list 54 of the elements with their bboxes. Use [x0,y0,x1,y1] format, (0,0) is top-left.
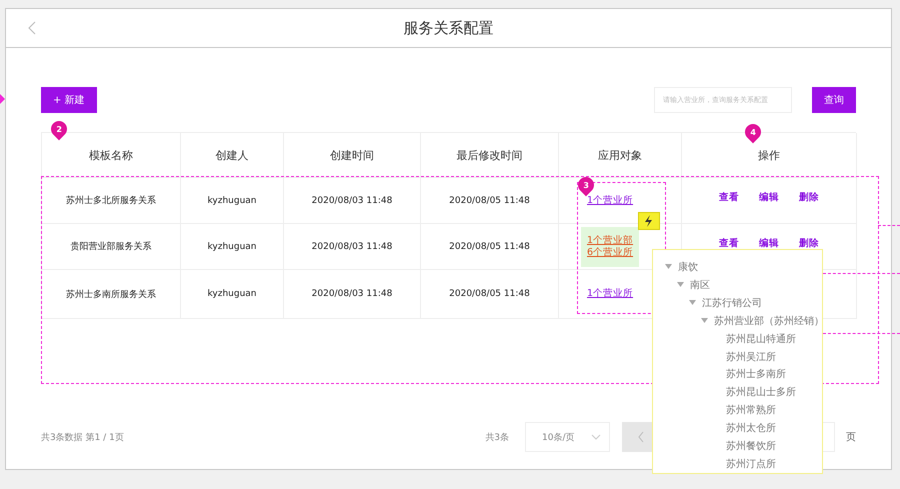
back-icon[interactable] [28,21,36,35]
action-link[interactable]: 查看 [719,237,739,250]
tree-item[interactable]: 苏州餐饮所 [726,439,776,454]
caret-icon[interactable] [689,300,696,306]
table-cell: kyzhuguan [181,224,284,270]
table-cell: kyzhuguan [181,178,284,224]
total-text: 共3条 [485,432,509,444]
column-header: 最后修改时间 [421,133,559,178]
tree-item[interactable]: 江苏行销公司 [702,296,762,310]
tree-item[interactable]: 苏州士多南所 [726,367,786,382]
query-button[interactable]: 查询 [812,87,856,113]
tree-item[interactable]: 苏州太仓所 [726,421,776,436]
table-cell: 2020/08/05 11:48 [421,224,559,270]
caret-icon[interactable] [701,318,708,324]
action-link[interactable]: 编辑 [759,191,779,204]
target-link[interactable]: 1个营业所 [587,288,634,300]
target-link[interactable]: 1个营业所 [587,194,634,206]
table-cell: 2020/08/05 11:48 [421,270,559,319]
table-cell: kyzhuguan [181,270,284,319]
page-unit: 页 [846,431,856,444]
action-link[interactable]: 删除 [799,237,819,250]
table-cell: 2020/08/03 11:48 [284,270,421,319]
table-cell: 2020/08/03 11:48 [284,178,421,224]
page-title: 服务关系配置 [404,18,494,38]
caret-icon[interactable] [665,264,672,270]
table-cell: 贵阳营业部服务关系 [42,224,181,270]
tree-item[interactable]: 苏州昆山特通所 [726,332,796,346]
tree-item[interactable]: 苏州吴江所 [726,350,776,364]
page-size-select[interactable]: 10条/页 [525,422,610,452]
action-link[interactable]: 查看 [719,191,739,204]
action-link[interactable]: 编辑 [759,237,779,250]
column-header: 创建人 [181,133,284,178]
caret-icon[interactable] [677,282,684,288]
table-cell: 苏州士多南所服务关系 [42,270,181,319]
table-cell: 2020/08/05 11:48 [421,178,559,224]
tree-item[interactable]: 苏州汀点所 [726,457,776,472]
pointer-icon [0,94,5,104]
tree-item[interactable]: 苏州昆山士多所 [726,385,796,400]
column-header: 创建时间 [284,133,421,178]
table-cell: 2020/08/03 11:48 [284,224,421,270]
prev-icon [638,431,644,443]
target-link[interactable]: 6个营业所 [587,246,634,258]
tree-item[interactable]: 南区 [690,278,710,292]
tree-item[interactable]: 苏州常熟所 [726,403,776,418]
column-header: 应用对象 [559,133,682,178]
lightning-icon [638,212,660,230]
summary-text: 共3条数据 第1 / 1页 [41,432,124,444]
action-link[interactable]: 删除 [799,191,819,204]
chevron-icon [591,434,601,440]
new-button[interactable]: + 新建 [41,87,97,113]
target-link[interactable]: 1个营业部 [587,234,634,246]
tree-item[interactable]: 康饮 [678,260,698,274]
table-cell: 苏州士多北所服务关系 [42,178,181,224]
tree-item[interactable]: 苏州营业部（苏州经销） [714,314,824,328]
